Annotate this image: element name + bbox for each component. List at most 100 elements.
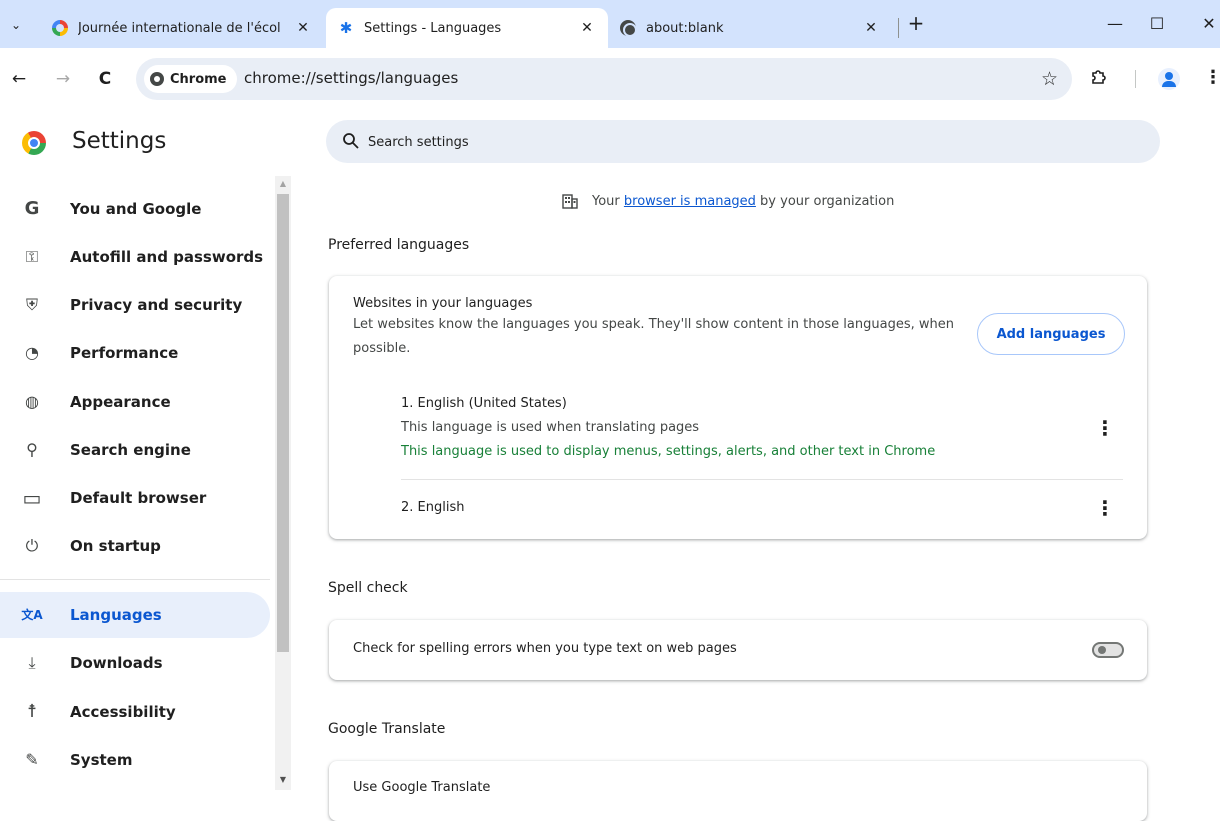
sidebar-scrollbar-thumb[interactable] [277, 194, 289, 652]
sidebar-item-search-engine[interactable]: ⚲ Search engine [0, 427, 270, 473]
reload-button[interactable]: C [94, 68, 116, 90]
preferred-languages-card: Websites in your languages Let websites … [329, 276, 1147, 539]
scroll-down-arrow-icon[interactable]: ▼ [275, 772, 291, 788]
chip-label: Chrome [170, 71, 227, 87]
language-more-actions-icon[interactable]: ⋮ [1095, 496, 1115, 520]
add-languages-button[interactable]: Add languages [977, 313, 1125, 355]
websites-languages-title: Websites in your languages [353, 296, 533, 311]
websites-languages-description: Let websites know the languages you spea… [353, 317, 954, 356]
language-divider [401, 479, 1123, 480]
tab-separator [898, 18, 899, 38]
sidebar-item-languages[interactable]: 文A Languages [0, 592, 270, 638]
managed-notice: Your browser is managed by your organiza… [562, 193, 894, 209]
sidebar-item-label: Accessibility [70, 703, 176, 721]
toolbar-separator [1135, 70, 1136, 88]
tab-settings-languages[interactable]: ✱ Settings - Languages ✕ [326, 8, 608, 48]
chrome-logo-icon [150, 72, 164, 86]
managed-prefix: Your [592, 193, 620, 209]
building-icon [562, 194, 578, 209]
sidebar-item-on-startup[interactable]: ⏻ On startup [0, 523, 270, 569]
bookmark-star-icon[interactable]: ☆ [1041, 68, 1058, 90]
use-google-translate-label: Use Google Translate [353, 780, 491, 795]
chrome-logo-icon [22, 131, 46, 155]
search-icon [343, 133, 359, 149]
scroll-up-arrow-icon[interactable]: ▲ [275, 176, 291, 192]
managed-suffix: by your organization [760, 193, 895, 209]
google-icon: G [24, 198, 40, 219]
sidebar-item-label: Autofill and passwords [70, 248, 264, 266]
tab-close-icon[interactable]: ✕ [578, 20, 596, 36]
sidebar-item-label: Search engine [70, 441, 191, 459]
spell-check-toggle[interactable] [1092, 642, 1124, 658]
new-tab-button[interactable]: + [904, 12, 928, 36]
sidebar-item-downloads[interactable]: ⤓ Downloads [0, 640, 270, 686]
sidebar-item-label: Languages [70, 606, 162, 624]
section-title-spell-check: Spell check [328, 580, 408, 596]
tab-search-chevron-icon[interactable]: ⌄ [6, 15, 26, 35]
palette-icon: ◍ [25, 392, 39, 411]
wrench-icon: ✎ [25, 750, 39, 769]
sidebar-item-label: Downloads [70, 654, 163, 672]
tab-journee[interactable]: Journée internationale de l'écol ✕ [40, 8, 324, 48]
language-more-actions-icon[interactable]: ⋮ [1095, 416, 1115, 440]
language-translate-note: This language is used when translating p… [401, 420, 700, 435]
sidebar-divider [0, 579, 270, 580]
accessibility-icon: ☨ [27, 701, 37, 722]
browser-managed-link[interactable]: browser is managed [624, 194, 756, 209]
power-icon: ⏻ [25, 536, 39, 555]
sidebar-item-label: Appearance [70, 393, 171, 411]
language-name: 1. English (United States) [401, 396, 567, 411]
forward-button[interactable]: → [52, 68, 74, 90]
tab-strip: ⌄ Journée internationale de l'écol ✕ ✱ S… [0, 0, 1220, 48]
sidebar-item-autofill[interactable]: ⚿ Autofill and passwords [0, 234, 270, 280]
close-window-button[interactable]: ✕ [1194, 12, 1220, 36]
gear-icon: ✱ [339, 19, 353, 37]
section-title-preferred-languages: Preferred languages [328, 237, 470, 253]
tab-title: Journée internationale de l'écol [78, 20, 281, 36]
google-translate-card: Use Google Translate [329, 761, 1147, 821]
sidebar-item-performance[interactable]: ◔ Performance [0, 330, 270, 376]
sidebar-item-label: Default browser [70, 489, 207, 507]
minimize-button[interactable]: — [1100, 12, 1130, 36]
sidebar-item-label: You and Google [70, 200, 202, 218]
spell-check-card: Check for spelling errors when you type … [329, 620, 1147, 680]
sidebar-item-label: Privacy and security [70, 296, 243, 314]
spell-check-label: Check for spelling errors when you type … [353, 641, 737, 656]
tab-about-blank[interactable]: about:blank ✕ [608, 8, 892, 48]
shield-icon: ⛨ [25, 295, 38, 314]
sidebar-item-default-browser[interactable]: ▭ Default browser [0, 475, 270, 521]
browser-window-icon: ▭ [22, 486, 42, 510]
globe-icon [620, 20, 637, 37]
maximize-button[interactable]: ☐ [1142, 12, 1172, 36]
language-name: 2. English [401, 500, 465, 515]
extensions-puzzle-icon[interactable] [1088, 67, 1110, 89]
url-text[interactable]: chrome://settings/languages [244, 69, 458, 87]
tab-close-icon[interactable]: ✕ [862, 20, 880, 36]
sidebar-item-label: Performance [70, 344, 179, 362]
ring-favicon-icon [52, 20, 68, 36]
search-input[interactable] [368, 131, 1128, 153]
chrome-chip[interactable]: Chrome [144, 65, 237, 93]
search-icon: ⚲ [26, 440, 38, 459]
translate-icon: 文A [21, 608, 43, 622]
browser-menu-icon[interactable]: ⋮ [1204, 67, 1220, 89]
profile-avatar-icon[interactable] [1158, 68, 1180, 90]
language-ui-note: This language is used to display menus, … [401, 444, 936, 459]
sidebar-item-label: System [70, 751, 133, 769]
sidebar-item-privacy[interactable]: ⛨ Privacy and security [0, 282, 270, 328]
sidebar-item-accessibility[interactable]: ☨ Accessibility [0, 689, 270, 735]
page-title: Settings [72, 128, 167, 154]
tab-title: Settings - Languages [364, 20, 502, 36]
sidebar-item-you-and-google[interactable]: G You and Google [0, 186, 270, 232]
tab-close-icon[interactable]: ✕ [294, 20, 312, 36]
section-title-google-translate: Google Translate [328, 721, 446, 737]
settings-search[interactable] [326, 120, 1160, 163]
sidebar-item-system[interactable]: ✎ System [0, 737, 270, 783]
back-button[interactable]: ← [8, 68, 30, 90]
key-icon: ⚿ [25, 247, 39, 266]
sidebar-item-label: On startup [70, 537, 161, 555]
browser-toolbar: ← → C Chrome chrome://settings/languages… [0, 48, 1220, 108]
download-icon: ⤓ [28, 653, 36, 672]
sidebar-item-appearance[interactable]: ◍ Appearance [0, 379, 270, 425]
address-bar[interactable]: Chrome chrome://settings/languages ☆ [136, 58, 1072, 100]
